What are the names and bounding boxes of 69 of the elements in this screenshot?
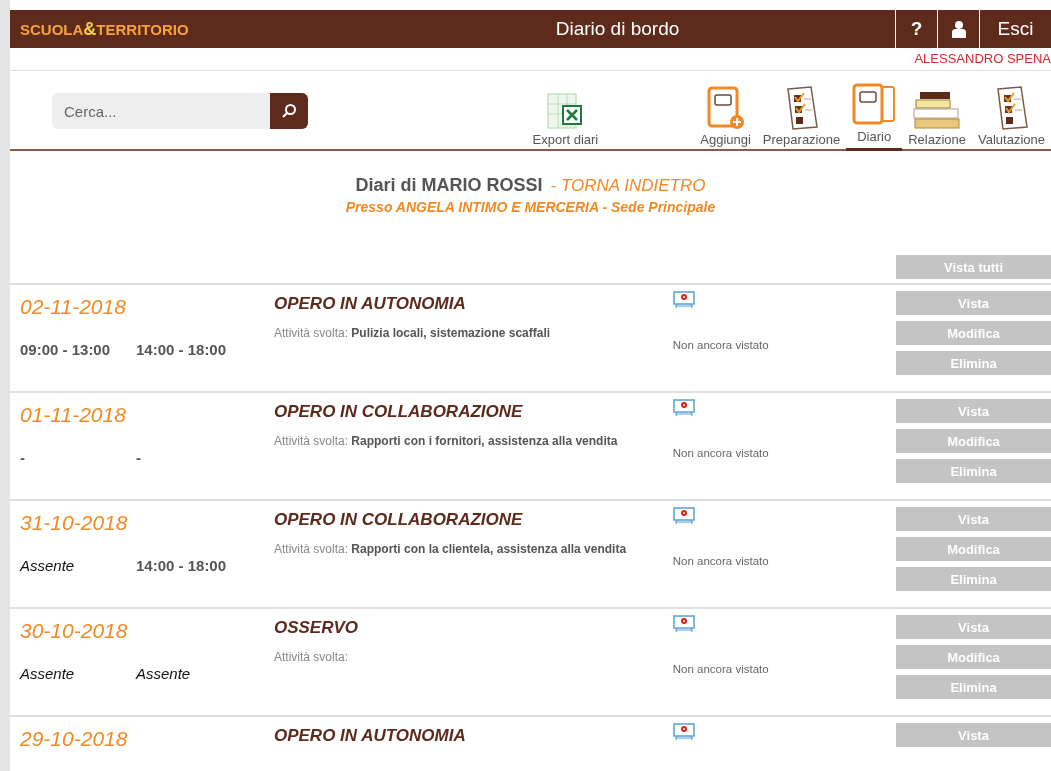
entry-date: 29-10-2018 — [20, 727, 129, 751]
activity-text: Attività svolta: Rapporti con la clientela, assistenza alla vendita — [273, 542, 628, 556]
checklist-icon — [784, 86, 819, 130]
entry-action-button[interactable]: Modifica — [896, 537, 1051, 561]
logo[interactable]: SCUOLA&TERRITORIO — [10, 18, 280, 40]
entry-action-button[interactable]: Elimina — [896, 459, 1051, 483]
search-field[interactable]: Cerca... — [52, 93, 270, 129]
notebooks-icon — [852, 83, 897, 127]
entry-action-button[interactable]: Modifica — [896, 645, 1051, 669]
page-title: Diario di bordo — [554, 18, 681, 40]
help-button[interactable]: ? — [895, 10, 937, 48]
entry-action-button[interactable]: Elimina — [896, 567, 1051, 591]
toolbar-tab[interactable]: Export diari — [526, 92, 605, 149]
entry-title: OPERO IN COLLABORAZIONE — [273, 510, 524, 530]
entry-title: OPERO IN COLLABORAZIONE — [273, 402, 524, 422]
entry-action-button[interactable]: Modifica — [896, 321, 1051, 345]
activity-text: Attività svolta: Rapporti con i fornitori, assistenza alla vendita — [273, 434, 619, 448]
view-all-button[interactable]: Vista tutti — [896, 255, 1051, 279]
logout-button[interactable]: Esci — [979, 10, 1051, 48]
presentation-board-icon[interactable] — [672, 615, 695, 633]
user-name: ALESSANDRO SPENA — [914, 51, 1051, 66]
diary-owner-title: Diari di MARIO ROSSI — [355, 175, 543, 195]
toolbar-tab[interactable]: Diario — [846, 83, 903, 151]
entry-date: 30-10-2018 — [20, 619, 129, 643]
entry-action-button[interactable]: Vista — [896, 723, 1051, 747]
time-slot: - — [20, 449, 136, 466]
entry-date: 31-10-2018 — [20, 511, 129, 535]
time-slot: 14:00 - 18:00 — [136, 341, 252, 358]
review-status: Non ancora vistato — [672, 555, 770, 567]
workplace-subtitle: Presso ANGELA INTIMO E MERCERIA - Sede Principale — [344, 199, 717, 215]
presentation-board-icon[interactable] — [672, 507, 695, 525]
search-button[interactable] — [270, 93, 308, 129]
time-slot: 09:00 - 13:00 — [20, 341, 136, 358]
entry-date: 01-11-2018 — [20, 403, 127, 427]
spreadsheet-icon — [546, 92, 585, 130]
review-status: Non ancora vistato — [672, 447, 770, 459]
presentation-board-icon[interactable] — [672, 723, 695, 741]
entry-action-button[interactable]: Modifica — [896, 429, 1051, 453]
toolbar-tab[interactable]: Preparazione — [756, 86, 847, 149]
books-icon — [912, 90, 963, 130]
entry-action-button[interactable]: Vista — [896, 291, 1051, 315]
entry-action-button[interactable]: Elimina — [896, 675, 1051, 699]
entry-title: OPERO IN AUTONOMIA — [273, 726, 467, 746]
search-icon — [281, 103, 297, 119]
time-slot: Assente — [20, 665, 136, 682]
user-icon — [949, 20, 968, 38]
entry-title: OSSERVO — [273, 618, 360, 638]
toolbar-tab[interactable]: Valutazione — [972, 86, 1051, 149]
review-status: Non ancora vistato — [672, 663, 770, 675]
time-slot: Assente — [20, 557, 136, 574]
activity-text: Attività svolta: Pulizia locali, sistemazione scaffali — [273, 326, 552, 340]
presentation-board-icon[interactable] — [672, 291, 695, 309]
entry-action-button[interactable]: Elimina — [896, 351, 1051, 375]
review-status: Non ancora vistato — [672, 339, 770, 351]
toolbar-tab[interactable]: Relazione — [902, 90, 972, 149]
entry-action-button[interactable]: Vista — [896, 507, 1051, 531]
time-slot: Assente — [136, 665, 252, 682]
entry-action-button[interactable]: Vista — [896, 399, 1051, 423]
entry-date: 02-11-2018 — [20, 295, 127, 319]
activity-text: Attività svolta: — [273, 650, 349, 664]
toolbar-tab[interactable]: Aggiungi — [694, 86, 757, 149]
presentation-board-icon[interactable] — [672, 399, 695, 417]
entry-action-button[interactable]: Vista — [896, 615, 1051, 639]
checklist-icon — [994, 86, 1029, 130]
back-link[interactable]: - TORNA INDIETRO — [550, 176, 706, 195]
time-slot: 14:00 - 18:00 — [136, 557, 252, 574]
entry-title: OPERO IN AUTONOMIA — [273, 294, 467, 314]
time-slot: - — [136, 449, 252, 466]
notebook-add-icon — [706, 86, 745, 130]
